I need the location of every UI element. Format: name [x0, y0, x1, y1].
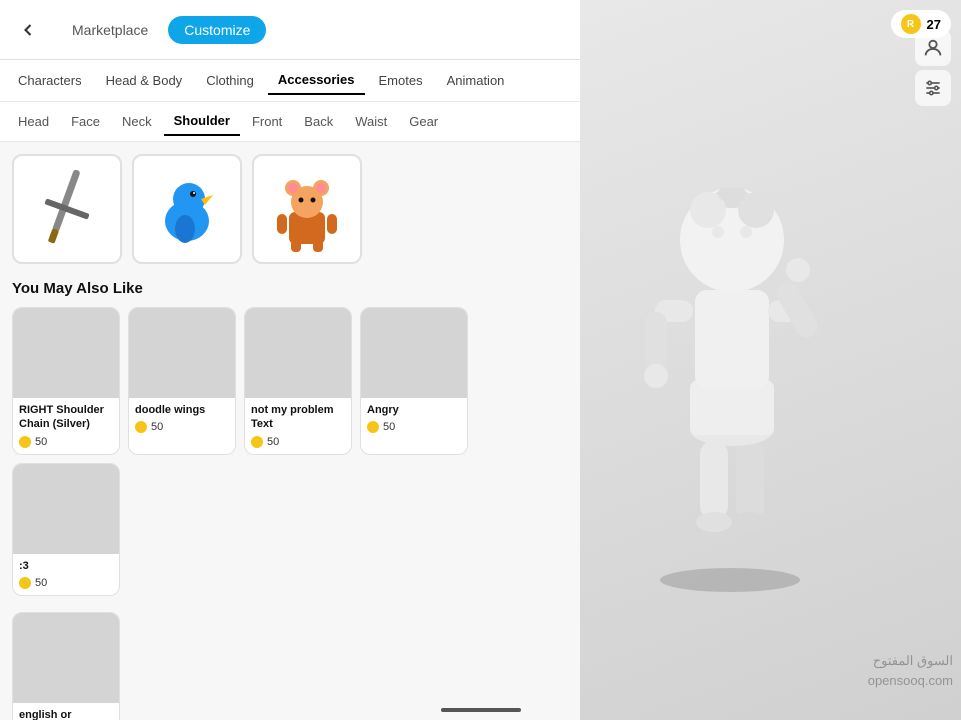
category-item-animation[interactable]: Animation: [437, 67, 515, 94]
suggestion-info-1: RIGHT Shoulder Chain (Silver) 50: [13, 398, 119, 454]
suggestion-name-2: doodle wings: [135, 403, 229, 417]
sub-category-item-front[interactable]: Front: [242, 108, 292, 135]
topbar: Marketplace Customize: [0, 0, 580, 60]
sub-category-nav: HeadFaceNeckShoulderFrontBackWaistGear: [0, 102, 580, 142]
suggestion-info-2: doodle wings 50: [129, 398, 235, 439]
suggestion-name-4: Angry: [367, 403, 461, 417]
category-item-emotes[interactable]: Emotes: [369, 67, 433, 94]
suggestion-thumb-2: [129, 308, 236, 398]
suggestion-thumb-5: [13, 464, 120, 554]
sub-category-item-waist[interactable]: Waist: [345, 108, 397, 135]
price-value-5: 50: [35, 577, 47, 589]
price-value-1: 50: [35, 436, 47, 448]
character-3d-preview: [600, 50, 860, 610]
watermark-line2: opensooq.com: [868, 671, 953, 691]
suggestion-price-5: 50: [19, 577, 113, 589]
suggestion-thumb-6: [13, 613, 120, 703]
bird-icon: [147, 169, 227, 249]
settings-icon[interactable]: [915, 70, 951, 106]
suggestion-thumb-4: [361, 308, 468, 398]
category-item-head-body[interactable]: Head & Body: [96, 67, 193, 94]
suggestion-info-4: Angry 50: [361, 398, 467, 439]
equipped-items-row: [12, 154, 568, 264]
coin-icon-4: [367, 421, 379, 433]
currency-icon: R: [901, 14, 921, 34]
sub-category-item-back[interactable]: Back: [294, 108, 343, 135]
sword-icon: [22, 164, 112, 254]
suggestion-price-3: 50: [251, 436, 345, 448]
suggestion-name-5: :3: [19, 559, 113, 573]
currency-amount: 27: [927, 17, 941, 32]
category-item-accessories[interactable]: Accessories: [268, 66, 365, 95]
suggestion-name-1: RIGHT Shoulder Chain (Silver): [19, 403, 113, 432]
suggestion-info-5: :3 50: [13, 554, 119, 595]
suggestion-card-3[interactable]: not my problem Text 50: [244, 307, 352, 455]
coin-icon-5: [19, 577, 31, 589]
coin-icon-3: [251, 436, 263, 448]
sub-category-item-neck[interactable]: Neck: [112, 108, 162, 135]
sub-category-item-face[interactable]: Face: [61, 108, 110, 135]
suggestion-name-3: not my problem Text: [251, 403, 345, 432]
category-nav: CharactersHead & BodyClothingAccessories…: [0, 60, 580, 102]
watermark: السوق المفتوح opensooq.com: [868, 651, 961, 690]
tab-group: Marketplace Customize: [56, 16, 266, 44]
currency-display: R 27: [891, 10, 951, 38]
suggestion-card-2[interactable]: doodle wings 50: [128, 307, 236, 455]
suggestion-card-5[interactable]: :3 50: [12, 463, 120, 596]
price-value-4: 50: [383, 421, 395, 433]
mouse-character-icon: [267, 164, 347, 254]
watermark-line1: السوق المفتوح: [868, 651, 953, 671]
equipped-item-mouse[interactable]: [252, 154, 362, 264]
equipped-item-sword[interactable]: [12, 154, 122, 264]
tab-marketplace[interactable]: Marketplace: [56, 16, 164, 44]
sub-category-item-gear[interactable]: Gear: [399, 108, 448, 135]
suggestion-card-1[interactable]: RIGHT Shoulder Chain (Silver) 50: [12, 307, 120, 455]
category-item-characters[interactable]: Characters: [8, 67, 92, 94]
suggestion-card-4[interactable]: Angry 50: [360, 307, 468, 455]
sub-category-item-head[interactable]: Head: [8, 108, 59, 135]
suggestion-price-4: 50: [367, 421, 461, 433]
suggestions-grid: RIGHT Shoulder Chain (Silver) 50 doodle …: [12, 307, 568, 596]
tab-customize[interactable]: Customize: [168, 16, 266, 44]
bottom-bar: [0, 700, 961, 720]
home-indicator: [441, 708, 521, 712]
sub-category-item-shoulder[interactable]: Shoulder: [164, 107, 240, 136]
equipped-item-bird[interactable]: [132, 154, 242, 264]
suggestion-thumb-1: [13, 308, 120, 398]
left-panel: You May Also Like RIGHT Shoulder Chain (…: [0, 142, 580, 720]
right-panel: السوق المفتوح opensooq.com: [580, 0, 961, 720]
suggestion-info-3: not my problem Text 50: [245, 398, 351, 454]
coin-icon-1: [19, 436, 31, 448]
category-item-clothing[interactable]: Clothing: [196, 67, 264, 94]
back-button[interactable]: [12, 14, 44, 46]
you-may-also-like-title: You May Also Like: [12, 280, 568, 297]
coin-icon-2: [135, 421, 147, 433]
suggestion-price-2: 50: [135, 421, 229, 433]
suggestion-price-1: 50: [19, 436, 113, 448]
price-value-2: 50: [151, 421, 163, 433]
suggestion-thumb-3: [245, 308, 352, 398]
price-value-3: 50: [267, 436, 279, 448]
